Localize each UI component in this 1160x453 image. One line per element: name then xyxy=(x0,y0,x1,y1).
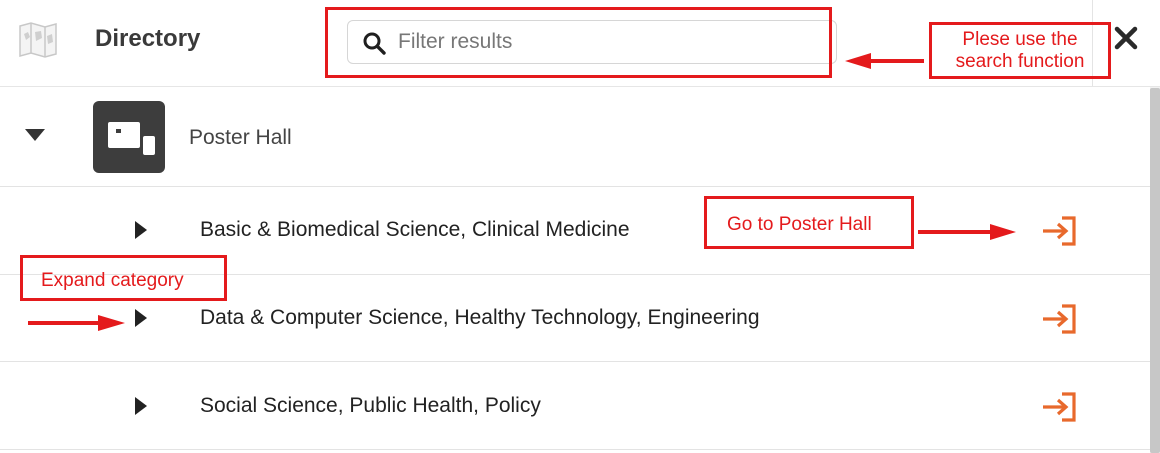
goto-annotation-text: Go to Poster Hall xyxy=(727,214,872,235)
expand-caret-icon[interactable] xyxy=(134,396,148,416)
expand-annotation-text: Expand category xyxy=(41,270,184,291)
goto-annotation-callout: Go to Poster Hall xyxy=(704,196,914,249)
row-divider xyxy=(0,186,1150,187)
category-label[interactable]: Social Science, Public Health, Policy xyxy=(200,393,541,419)
row-divider xyxy=(0,361,1150,362)
annotation-arrow-left-icon xyxy=(845,52,925,75)
annotation-arrow-right-icon xyxy=(918,223,1018,246)
directory-logo-icon xyxy=(18,22,58,58)
row-divider xyxy=(0,449,1150,450)
expand-caret-icon[interactable] xyxy=(134,308,148,328)
search-annotation-box xyxy=(325,7,832,78)
search-annotation-line1: Plese use the xyxy=(962,29,1078,50)
scrollbar-thumb[interactable] xyxy=(1150,88,1160,453)
poster-hall-label[interactable]: Poster Hall xyxy=(189,125,292,151)
category-label[interactable]: Data & Computer Science, Healthy Technol… xyxy=(200,305,760,331)
header-divider-line xyxy=(0,86,1160,87)
poster-hall-icon xyxy=(93,101,165,173)
collapse-caret-icon[interactable] xyxy=(24,128,46,142)
enter-hall-icon[interactable] xyxy=(1041,392,1077,422)
search-annotation-line2: search function xyxy=(955,51,1085,72)
expand-caret-icon[interactable] xyxy=(134,220,148,240)
close-icon[interactable] xyxy=(1112,24,1140,52)
search-annotation-callout: Plese use the search function xyxy=(929,22,1111,79)
directory-title: Directory xyxy=(95,25,201,52)
enter-hall-icon[interactable] xyxy=(1041,304,1077,334)
expand-annotation-callout: Expand category xyxy=(20,255,227,301)
annotation-arrow-right-icon xyxy=(28,314,126,337)
enter-hall-icon[interactable] xyxy=(1041,216,1077,246)
category-label[interactable]: Basic & Biomedical Science, Clinical Med… xyxy=(200,217,630,243)
